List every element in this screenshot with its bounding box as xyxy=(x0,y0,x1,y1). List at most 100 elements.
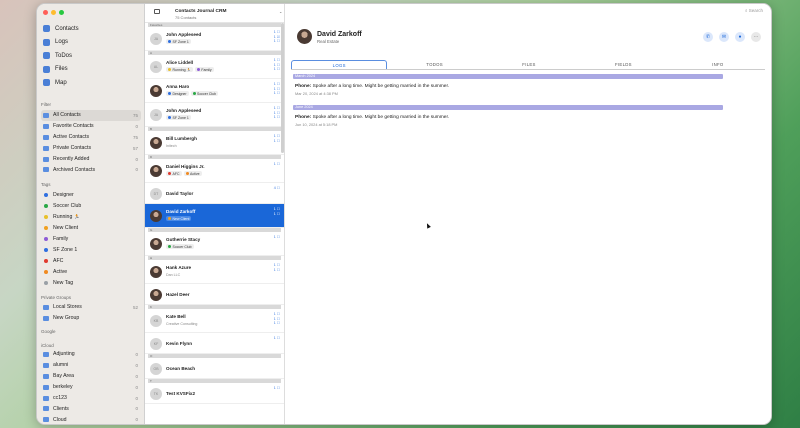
filters-count: 0 xyxy=(135,123,138,129)
tab-logs[interactable]: LOGS xyxy=(291,60,388,69)
tags-item[interactable]: SF Zone 1 xyxy=(41,244,141,255)
contact-row[interactable]: Gutherrie Stacy Soccer Club 1 ☐ xyxy=(145,232,284,256)
tab-fields[interactable]: FIELDS xyxy=(576,60,670,69)
nav-item-contacts[interactable]: Contacts xyxy=(41,22,141,36)
tags-label: Running 🏃 xyxy=(53,214,81,221)
folder-icon xyxy=(43,156,49,162)
minimize-button[interactable] xyxy=(51,10,56,15)
nav-item-files[interactable]: Files xyxy=(41,63,141,77)
tag-dot-icon xyxy=(168,172,171,175)
tab-files[interactable]: FILES xyxy=(482,60,576,69)
contact-company: Real Estate xyxy=(317,39,340,44)
tags-label: Designer xyxy=(53,192,74,199)
contact-row[interactable]: DT David Taylor 4 ☐ xyxy=(145,183,284,204)
contact-row[interactable]: Bill Lumbergh Initech 1 ☐ 1 ☐ xyxy=(145,131,284,155)
contact-row[interactable]: KF Kevin Flynn 1 ☐ xyxy=(145,333,284,354)
contact-name: David Taylor xyxy=(166,191,194,196)
sidebar-toggle-icon[interactable] xyxy=(154,9,160,14)
tags-item[interactable]: New Tag xyxy=(41,277,141,288)
filters-item[interactable]: Archived Contacts 0 xyxy=(41,164,141,175)
tags-item[interactable]: New Client xyxy=(41,223,141,234)
contact-avatar[interactable] xyxy=(297,29,312,44)
contact-tags: Running 🏃 Family xyxy=(166,67,214,72)
nav-item-map[interactable]: Map xyxy=(41,76,141,90)
tab-info[interactable]: INFO xyxy=(671,60,765,69)
contact-row[interactable]: KB Kate Bell Creative Consulting 1 ☐ 1 ☐ 1 … xyxy=(145,309,284,333)
tags-item[interactable]: Running 🏃 xyxy=(41,212,141,223)
folder-icon xyxy=(43,145,49,151)
tags-item[interactable]: Soccer Club xyxy=(41,201,141,212)
icloud-item[interactable]: alumni 0 xyxy=(41,360,141,371)
email-button[interactable]: ✉ xyxy=(719,32,729,42)
search-field[interactable]: ⌕ Search xyxy=(745,8,763,13)
tags-item[interactable]: Active xyxy=(41,266,141,277)
tag-color-icon xyxy=(44,258,48,263)
log-entry[interactable]: Phone: Spoke after a long time. Might be… xyxy=(295,115,449,120)
tags-label: Soccer Club xyxy=(53,203,82,210)
icloud-item[interactable]: Cloud 0 xyxy=(41,414,141,424)
icloud-count: 0 xyxy=(135,395,138,401)
contact-name: Daniel Higgins Jr. xyxy=(166,164,205,169)
tag-color-icon xyxy=(44,269,48,274)
log-type: Phone: xyxy=(295,115,312,120)
contact-row[interactable]: AL Alice Liddell Running 🏃 Family 1 ☐ 1 ☐ 1 … xyxy=(145,55,284,79)
private-groups-item[interactable]: Local Stores 52 xyxy=(41,302,141,313)
tag-color-icon xyxy=(44,204,48,209)
icloud-item[interactable]: cc123 0 xyxy=(41,393,141,404)
contact-row[interactable]: Hank Azure Dan LLC 1 ☐ 1 ☐ xyxy=(145,260,284,284)
tags-item[interactable]: AFC xyxy=(41,255,141,266)
contact-row[interactable]: Hazel Deer xyxy=(145,284,284,305)
folder-icon xyxy=(43,395,49,401)
filters-item[interactable]: Favorite Contacts 0 xyxy=(41,121,141,132)
list-title: Contacts Journal CRM xyxy=(175,9,227,14)
private-group-list: Local Stores 52 New Group xyxy=(41,302,141,324)
icloud-item[interactable]: berkeley 0 xyxy=(41,382,141,393)
contact-avatar: DT xyxy=(150,187,162,200)
tab-todos[interactable]: TODOS xyxy=(387,60,481,69)
contact-avatar: KB xyxy=(150,315,162,327)
zoom-button[interactable] xyxy=(59,10,64,15)
contact-row[interactable]: OB Ocean Beach xyxy=(145,358,284,379)
tags-label: Active xyxy=(53,268,68,275)
icloud-item[interactable]: Clients 0 xyxy=(41,403,141,414)
month-header: March 2024 xyxy=(293,74,723,79)
contact-row[interactable]: JA John Appleseed SF Zone 1 1 ☐ 1 ☑ 1 ☐ xyxy=(145,27,284,51)
phone-button[interactable]: ✆ xyxy=(703,32,713,42)
list-scrollbar[interactable] xyxy=(281,23,284,153)
contact-info-icons: 1 ☐ xyxy=(273,162,280,166)
tag-label: SF Zone 1 xyxy=(172,39,189,44)
contact-info-icons: 1 ☐ 1 ☐ 1 ☐ xyxy=(273,58,280,71)
contact-avatar xyxy=(150,238,162,250)
contact-row[interactable]: JA John Appleseed SF Zone 1 1 ☐ 1 ☐ 1 ☐ xyxy=(145,103,284,127)
log-entry[interactable]: Phone: Spoke after a long time. Might be… xyxy=(295,84,449,89)
icloud-item[interactable]: Bay Area 0 xyxy=(41,371,141,382)
chevron-down-icon[interactable]: ⌄ xyxy=(279,9,282,14)
tags-section-title: Tags xyxy=(41,182,51,187)
tag-label: Active xyxy=(190,171,200,176)
tags-item[interactable]: Family xyxy=(41,234,141,245)
nav-item-label: Files xyxy=(55,66,68,73)
contact-row[interactable]: Anna Haro Designer Soccer Club 1 ☐ 1 ☐ 1 ☐ xyxy=(145,79,284,103)
filters-item[interactable]: Active Contacts 75 xyxy=(41,132,141,143)
message-button[interactable]: ● xyxy=(735,32,745,42)
filters-item[interactable]: Private Contacts 57 xyxy=(41,143,141,154)
icloud-count: 0 xyxy=(135,351,138,357)
log-date: Mar 20, 2024 at 4:38 PM xyxy=(295,91,338,96)
more-button[interactable]: ⋯ xyxy=(751,32,761,42)
filters-item[interactable]: All Contacts 75 xyxy=(41,110,141,121)
close-button[interactable] xyxy=(43,10,48,15)
tags-item[interactable]: Designer xyxy=(41,190,141,201)
log-text: Spoke after a long time. Might be gettin… xyxy=(312,84,450,89)
tag-dot-icon xyxy=(185,172,189,175)
icloud-item[interactable]: Adjunting 0 xyxy=(41,349,141,360)
filters-item[interactable]: Recently Added 0 xyxy=(41,154,141,165)
contact-row[interactable]: TK Test KVSFix2 1 ☐ xyxy=(145,383,284,404)
tag-color-icon xyxy=(44,215,48,220)
tag-badge: SF Zone 1 xyxy=(166,115,191,120)
private-groups-item[interactable]: New Group xyxy=(41,313,141,324)
contact-row[interactable]: Daniel Higgins Jr. AFC Active 1 ☐ xyxy=(145,159,284,183)
contact-avatar: TK xyxy=(150,387,162,400)
nav-item-todos[interactable]: ToDos xyxy=(41,49,141,63)
contact-row[interactable]: David Zarkoff New Client 1 ☐ 1 ☐ xyxy=(145,204,284,228)
nav-item-logs[interactable]: Logs xyxy=(41,36,141,50)
